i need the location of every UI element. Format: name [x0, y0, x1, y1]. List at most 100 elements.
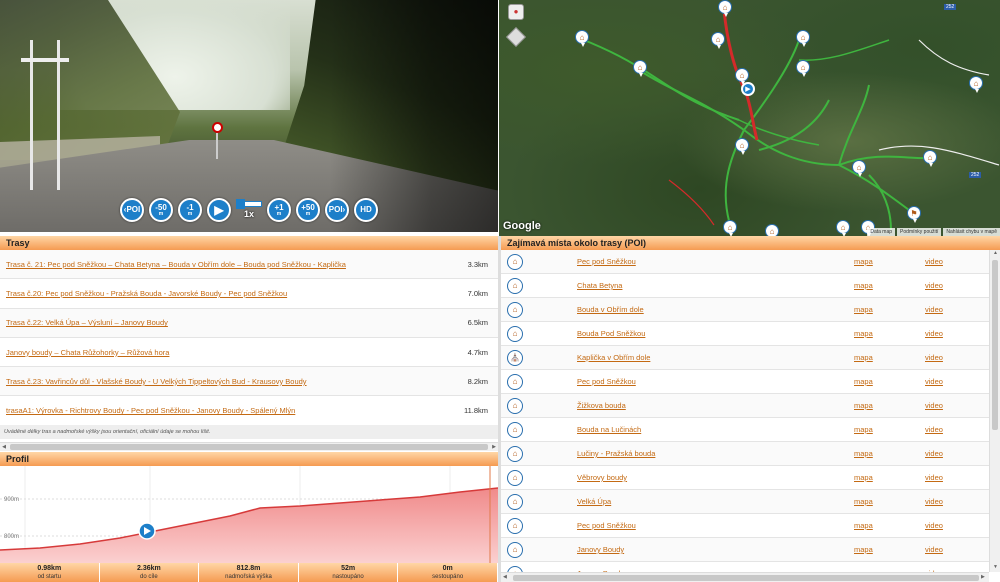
scroll-right-icon[interactable]: ▶ — [490, 443, 498, 452]
poi-video-link[interactable]: video — [925, 425, 943, 434]
poi-video-link[interactable]: video — [925, 449, 943, 458]
poi-video-link[interactable]: video — [925, 497, 943, 506]
route-row[interactable]: Trasa č.23: Vavřincův důl - Vlašské Boud… — [0, 367, 498, 397]
poi-map-link[interactable]: mapa — [854, 329, 873, 338]
route-link[interactable]: Janovy boudy – Chata Růžohorky – Růžová … — [6, 348, 169, 357]
poi-map-link[interactable]: mapa — [854, 425, 873, 434]
poi-name-link[interactable]: Věbrovy boudy — [577, 473, 627, 482]
speed-slider[interactable]: 1x — [236, 199, 262, 219]
back-1m-button[interactable]: -1 m — [178, 198, 202, 222]
route-row[interactable]: Trasa č. 21: Pec pod Sněžkou – Chata Bet… — [0, 250, 498, 280]
scroll-left-icon[interactable]: ◀ — [503, 574, 507, 580]
poi-map-link[interactable]: mapa — [854, 281, 873, 290]
map-poi-marker[interactable]: ⌂ — [923, 150, 937, 167]
map-position-marker[interactable]: ▶ — [741, 82, 755, 96]
scrollbar-thumb[interactable] — [513, 575, 979, 581]
route-link[interactable]: Trasa č. 21: Pec pod Sněžkou – Chata Bet… — [6, 260, 346, 269]
route-row[interactable]: Trasa č.20: Pec pod Sněžkou - Pražská Bo… — [0, 279, 498, 309]
hd-button[interactable]: HD — [354, 198, 378, 222]
poi-video-link[interactable]: video — [925, 281, 943, 290]
scroll-left-icon[interactable]: ◀ — [0, 443, 8, 452]
route-link[interactable]: trasaA1: Výrovka - Richtrovy Boudy - Pec… — [6, 406, 295, 415]
poi-row[interactable]: ⌂ Pec pod Sněžkou mapa video — [501, 250, 989, 274]
scroll-down-icon[interactable]: ▼ — [991, 564, 1000, 570]
map-data-link[interactable]: Data map — [867, 228, 896, 236]
poi-map-link[interactable]: mapa — [854, 497, 873, 506]
elevation-profile[interactable]: 900m 800m — [0, 466, 498, 563]
poi-row[interactable]: ⌂ Bouda Pod Sněžkou mapa video — [501, 322, 989, 346]
poi-name-link[interactable]: Kaplička v Obřím dole — [577, 353, 650, 362]
map-poi-marker[interactable]: ⌂ — [852, 160, 866, 177]
play-button[interactable]: ▶ — [207, 198, 231, 222]
poi-video-link[interactable]: video — [925, 329, 943, 338]
route-link[interactable]: Trasa č.23: Vavřincův důl - Vlašské Boud… — [6, 377, 307, 386]
map-zoom-control[interactable]: ● — [506, 4, 526, 48]
map-poi-marker[interactable]: ⌂ — [718, 0, 732, 17]
speed-slider-track[interactable] — [236, 199, 262, 209]
fwd-1m-button[interactable]: +1 m — [267, 198, 291, 222]
map-poi-marker[interactable]: ⌂ — [735, 138, 749, 155]
poi-row[interactable]: ⌂ Janovy Boudy mapa video — [501, 538, 989, 562]
map-poi-marker[interactable]: ⌂ — [969, 76, 983, 93]
poi-row[interactable]: ⌂ Pec pod Sněžkou mapa video — [501, 370, 989, 394]
poi-map-link[interactable]: mapa — [854, 521, 873, 530]
route-row[interactable]: trasaA1: Výrovka - Richtrovy Boudy - Pec… — [0, 396, 498, 426]
poi-map-link[interactable]: mapa — [854, 401, 873, 410]
back-50m-button[interactable]: -50 m — [149, 198, 173, 222]
poi-row[interactable]: ⌂ Chata Betyna mapa video — [501, 274, 989, 298]
map-poi-marker[interactable]: ⌂ — [796, 30, 810, 47]
poi-row[interactable]: ⌂ Velká Úpa mapa video — [501, 490, 989, 514]
poi-map-link[interactable]: mapa — [854, 353, 873, 362]
fwd-50m-button[interactable]: +50 m — [296, 198, 320, 222]
poi-map-link[interactable]: mapa — [854, 449, 873, 458]
routes-horizontal-scrollbar[interactable]: ◀ ▶ — [0, 442, 498, 451]
prev-poi-button[interactable]: ‹ POI — [120, 198, 144, 222]
map-poi-marker[interactable]: ⌂ — [711, 32, 725, 49]
map-poi-marker[interactable]: ⌂ — [796, 60, 810, 77]
map-terms-link[interactable]: Podmínky použití — [897, 228, 942, 236]
poi-name-link[interactable]: Bouda v Obřím dole — [577, 305, 644, 314]
scrollbar-thumb[interactable] — [10, 444, 488, 450]
poi-row[interactable]: ⌂ Věbrovy boudy mapa video — [501, 466, 989, 490]
poi-video-link[interactable]: video — [925, 473, 943, 482]
poi-row[interactable]: ⌂ Bouda na Lučinách mapa video — [501, 418, 989, 442]
poi-row[interactable]: ⌂ Žižkova bouda mapa video — [501, 394, 989, 418]
route-row[interactable]: Janovy boudy – Chata Růžohorky – Růžová … — [0, 338, 498, 368]
scrollbar-thumb[interactable] — [992, 260, 998, 430]
poi-name-link[interactable]: Velká Úpa — [577, 497, 611, 506]
map-poi-marker[interactable]: ⌂ — [836, 220, 850, 236]
scroll-up-icon[interactable]: ▲ — [991, 250, 1000, 256]
poi-row[interactable]: ⌂ Pec pod Sněžkou mapa video — [501, 514, 989, 538]
poi-name-link[interactable]: Žižkova bouda — [577, 401, 626, 410]
poi-name-link[interactable]: Chata Betyna — [577, 281, 622, 290]
map-poi-marker[interactable]: ⚑ — [907, 206, 921, 223]
poi-horizontal-scrollbar[interactable]: ◀ ▶ — [501, 572, 989, 582]
scroll-right-icon[interactable]: ▶ — [981, 574, 985, 580]
poi-video-link[interactable]: video — [925, 521, 943, 530]
map-report-link[interactable]: Nahlásit chybu v mapě — [943, 228, 1000, 236]
poi-name-link[interactable]: Lučiny - Pražská bouda — [577, 449, 655, 458]
map-poi-marker[interactable]: ⌂ — [633, 60, 647, 77]
poi-name-link[interactable]: Pec pod Sněžkou — [577, 377, 636, 386]
poi-video-link[interactable]: video — [925, 545, 943, 554]
poi-row[interactable]: ⛪ Kaplička v Obřím dole mapa video — [501, 346, 989, 370]
poi-video-link[interactable]: video — [925, 401, 943, 410]
map-zoom-slider[interactable] — [506, 27, 526, 47]
map-poi-marker[interactable]: ⌂ — [723, 220, 737, 236]
poi-row[interactable]: ⌂ Bouda v Obřím dole mapa video — [501, 298, 989, 322]
route-link[interactable]: Trasa č.22: Velká Úpa – Výsluní – Janovy… — [6, 318, 168, 327]
poi-map-link[interactable]: mapa — [854, 257, 873, 266]
poi-video-link[interactable]: video — [925, 377, 943, 386]
video-player[interactable]: ‹ POI -50 m -1 m ▶ 1x +1 m +50 m POI › HD — [0, 0, 498, 232]
next-poi-button[interactable]: POI › — [325, 198, 349, 222]
poi-video-link[interactable]: video — [925, 257, 943, 266]
poi-video-link[interactable]: video — [925, 305, 943, 314]
poi-map-link[interactable]: mapa — [854, 305, 873, 314]
poi-name-link[interactable]: Bouda Pod Sněžkou — [577, 329, 645, 338]
poi-map-link[interactable]: mapa — [854, 545, 873, 554]
poi-name-link[interactable]: Janovy Boudy — [577, 545, 624, 554]
poi-map-link[interactable]: mapa — [854, 473, 873, 482]
route-link[interactable]: Trasa č.20: Pec pod Sněžkou - Pražská Bo… — [6, 289, 287, 298]
pegman-icon[interactable]: ● — [508, 4, 524, 20]
map-poi-marker[interactable]: ⌂ — [765, 224, 779, 236]
